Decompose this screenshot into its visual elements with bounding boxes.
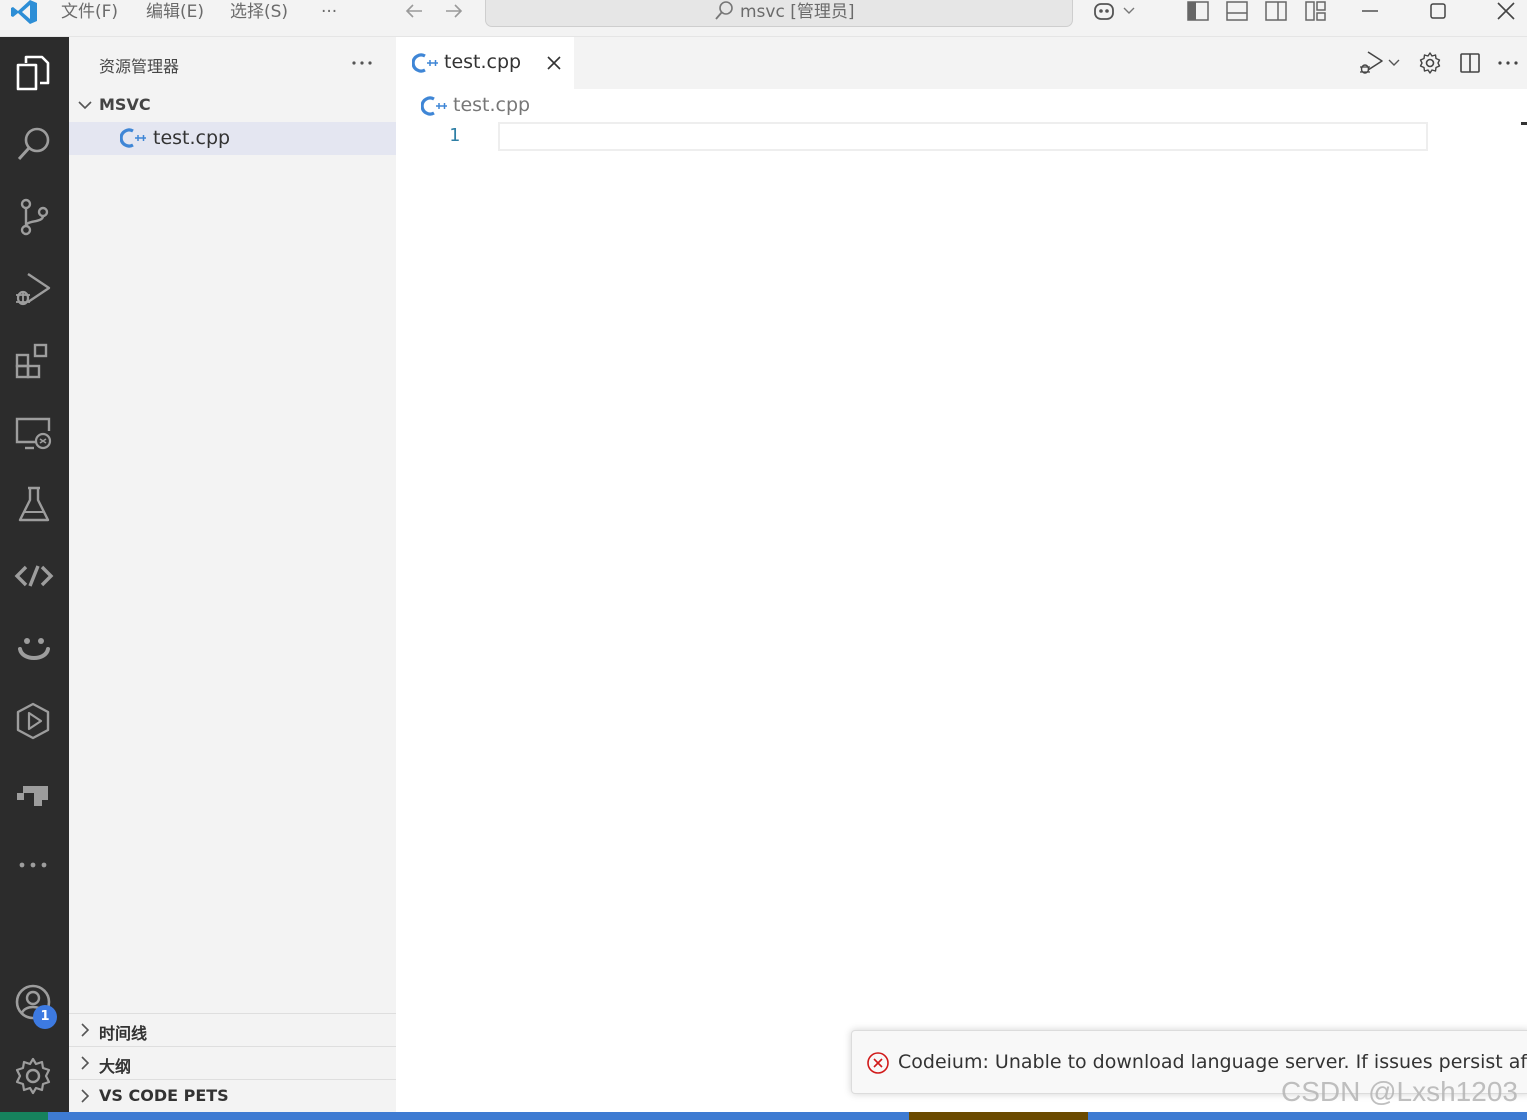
source-control-icon[interactable]	[12, 195, 56, 239]
minimize-icon[interactable]	[1358, 0, 1382, 24]
file-row-test-cpp[interactable]	[69, 122, 396, 155]
extensions-icon[interactable]	[12, 339, 56, 383]
section-outline-label: 大纲	[99, 1057, 132, 1076]
chevron-down-icon[interactable]	[1120, 0, 1138, 24]
tab-test-cpp[interactable]: test.cpp	[396, 37, 574, 89]
section-timeline-label: 时间线	[99, 1024, 148, 1043]
vscode-logo-icon	[10, 0, 38, 24]
copilot-chat-icon[interactable]	[12, 627, 56, 671]
chevron-right-icon	[75, 1053, 95, 1073]
section-vscode-pets[interactable]: VS CODE PETS	[69, 1079, 396, 1112]
status-bar	[0, 1112, 1527, 1120]
gear-icon[interactable]	[1418, 51, 1442, 75]
remote-indicator[interactable]	[0, 1112, 48, 1120]
close-tab-icon[interactable]	[544, 53, 564, 73]
chevron-right-icon	[75, 1020, 95, 1040]
cpp-file-icon	[412, 52, 438, 74]
menu-selection[interactable]: 选择(S)	[230, 0, 288, 24]
copilot-icon[interactable]	[1092, 0, 1116, 24]
sidebar-title: 资源管理器	[99, 57, 180, 76]
maximize-icon[interactable]	[1426, 0, 1450, 24]
menu-more-button[interactable]: ···	[321, 0, 337, 24]
close-window-icon[interactable]	[1494, 0, 1518, 24]
codeium-icon[interactable]	[12, 555, 56, 599]
file-label: test.cpp	[153, 127, 231, 149]
section-vscode-pets-label: VS CODE PETS	[99, 1086, 229, 1105]
scrollbar-cursor-marker	[1521, 122, 1527, 125]
sidebar-more-icon[interactable]	[350, 51, 374, 75]
menu-file[interactable]: 文件(F)	[61, 0, 118, 24]
title-bar: 文件(F) 编辑(E) 选择(S) ··· msvc [管理员]	[0, 0, 1527, 37]
run-debug-icon[interactable]	[12, 267, 56, 311]
current-line-highlight[interactable]	[498, 122, 1428, 151]
remote-explorer-icon[interactable]	[12, 411, 56, 455]
breadcrumb-cpp-icon	[421, 95, 447, 117]
cpp-file-icon	[120, 127, 146, 149]
editor-tab-bar: test.cpp	[396, 37, 1527, 89]
split-editor-icon[interactable]	[1458, 51, 1482, 75]
run-debug-icon[interactable]	[1356, 50, 1386, 76]
chevron-down-icon[interactable]	[75, 95, 95, 115]
watermark: CSDN @Lxsh1203	[1281, 1076, 1518, 1107]
chevron-right-icon	[75, 1086, 95, 1106]
notification-message: Codeium: Unable to download language ser…	[898, 1051, 1527, 1073]
search-icon[interactable]	[12, 123, 56, 167]
docker-icon[interactable]	[12, 771, 56, 815]
tab-label: test.cpp	[444, 51, 522, 73]
menu-edit[interactable]: 编辑(E)	[146, 0, 204, 24]
more-icon[interactable]	[12, 843, 56, 887]
search-icon	[712, 0, 736, 24]
editor-more-icon[interactable]	[1496, 51, 1520, 75]
folder-msvc[interactable]: MSVC	[99, 95, 151, 114]
testing-icon[interactable]	[12, 483, 56, 527]
video-player-icon[interactable]	[12, 699, 56, 743]
toggle-secondary-sidebar-icon[interactable]	[1264, 0, 1288, 24]
toggle-sidebar-icon[interactable]	[1186, 0, 1210, 24]
activity-bar: 1	[0, 37, 69, 1112]
error-icon	[866, 1051, 890, 1075]
explorer-sidebar: 资源管理器 MSVC test.cpp 时间线 大纲 VS CODE PETS	[69, 37, 396, 1112]
back-arrow-icon[interactable]	[402, 0, 426, 24]
status-warning-item[interactable]	[909, 1112, 1088, 1120]
chevron-down-icon[interactable]	[1386, 55, 1402, 71]
command-center-label: msvc [管理员]	[740, 2, 855, 22]
explorer-icon[interactable]	[12, 51, 56, 95]
section-timeline[interactable]: 时间线	[69, 1013, 396, 1046]
settings-gear-icon[interactable]	[12, 1054, 56, 1098]
forward-arrow-icon[interactable]	[442, 0, 466, 24]
toggle-panel-icon[interactable]	[1225, 0, 1249, 24]
customize-layout-icon[interactable]	[1304, 0, 1328, 24]
accounts-badge: 1	[33, 1005, 57, 1029]
section-outline[interactable]: 大纲	[69, 1046, 396, 1079]
breadcrumb[interactable]: test.cpp	[453, 94, 530, 116]
line-number: 1	[449, 125, 460, 146]
